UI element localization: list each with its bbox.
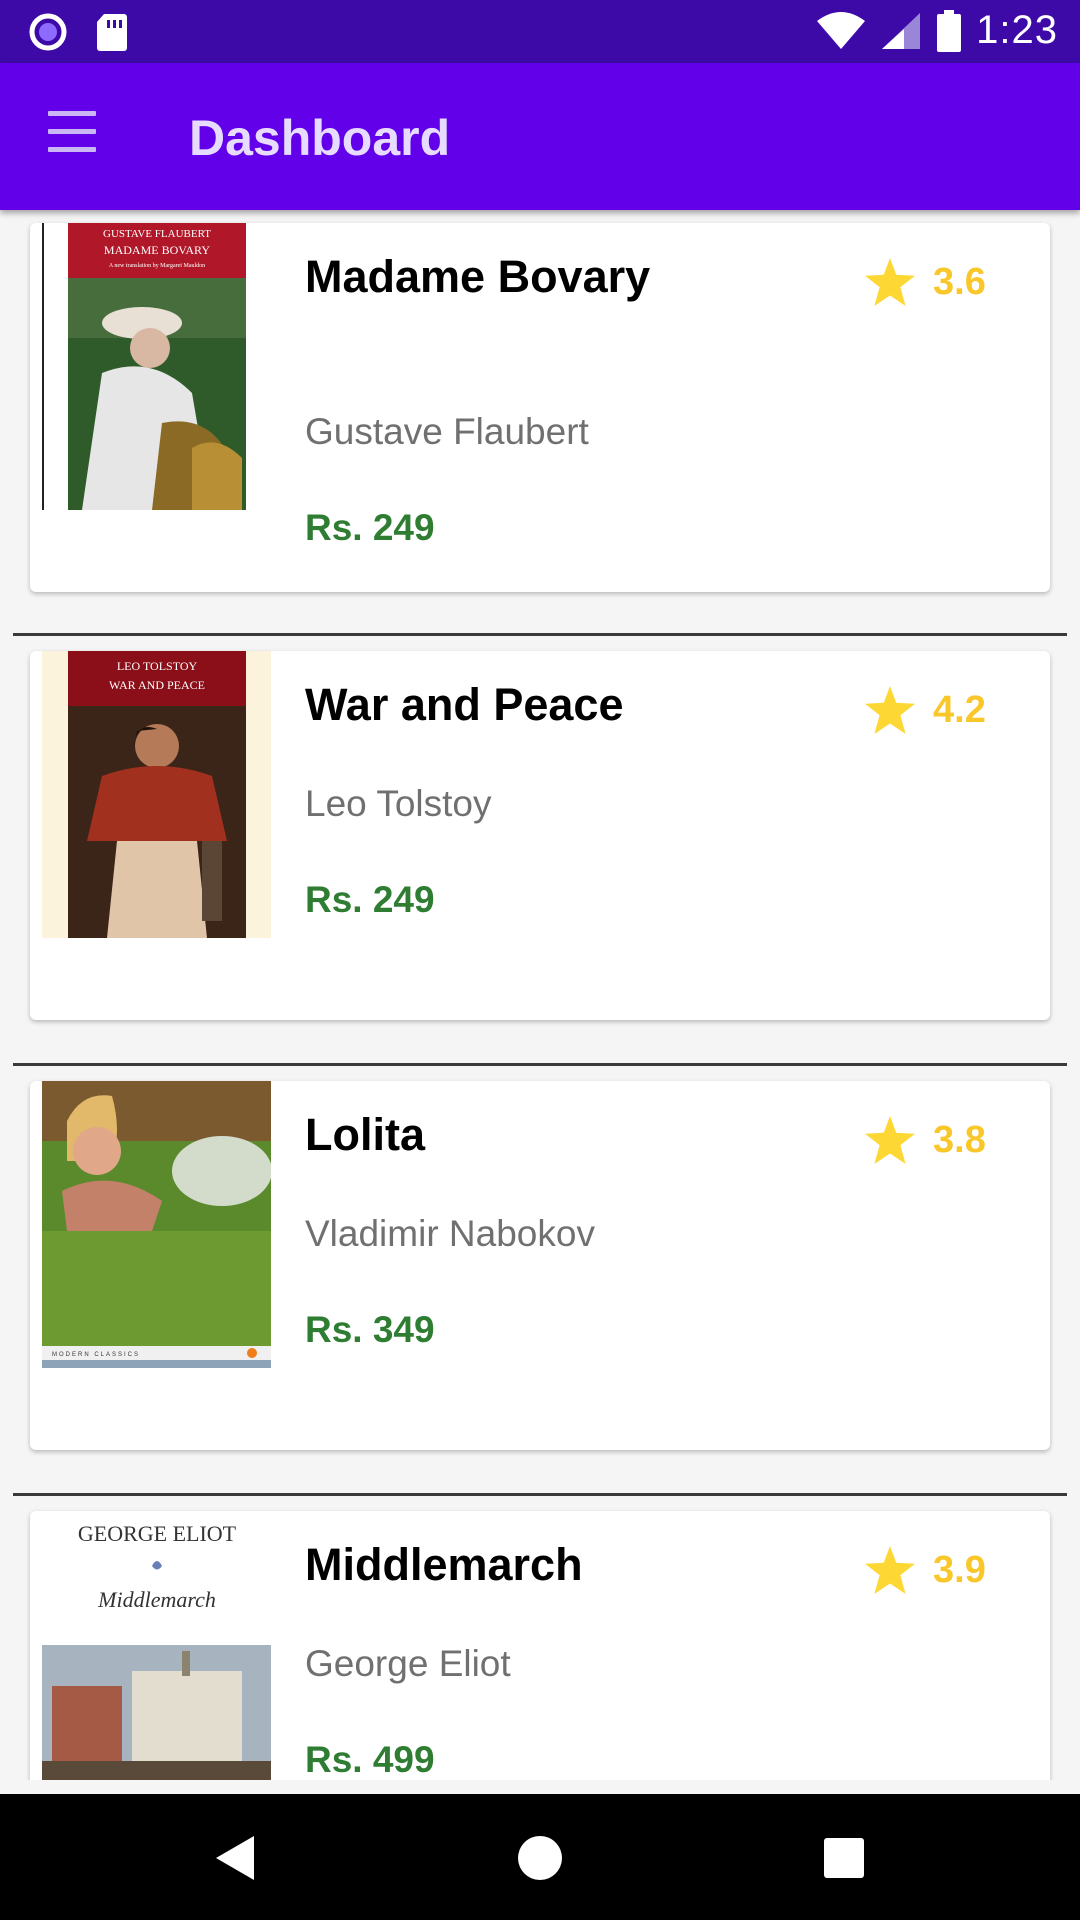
book-list[interactable]: GUSTAVE FLAUBERT MADAME BOVARY A new tra…	[0, 210, 1080, 1780]
rating-value: 3.9	[933, 1548, 986, 1591]
book-cover-image: MODERN CLASSICS	[42, 1081, 271, 1368]
book-card[interactable]: MODERN CLASSICS Lolita 3.8 Vladimir Nabo…	[30, 1081, 1050, 1450]
cover-line-2: MADAME BOVARY	[104, 243, 210, 257]
cover-line-2: WAR AND PEACE	[109, 678, 205, 692]
star-icon	[865, 258, 915, 306]
divider	[13, 1493, 1067, 1496]
book-title: Middlemarch	[305, 1539, 583, 1590]
book-rating: 3.6	[865, 258, 986, 306]
status-right-icons: 1:23	[816, 8, 1058, 53]
book-cover-image: GUSTAVE FLAUBERT MADAME BOVARY A new tra…	[42, 223, 271, 510]
rating-value: 3.6	[933, 260, 986, 303]
rating-value: 4.2	[933, 688, 986, 731]
book-price: Rs. 249	[305, 507, 435, 548]
cover-line-3: A new translation by Margaret Mauldon	[109, 263, 205, 269]
book-title: Lolita	[305, 1109, 425, 1160]
home-icon[interactable]	[517, 1835, 563, 1881]
page-title: Dashboard	[189, 110, 451, 166]
book-card[interactable]: GUSTAVE FLAUBERT MADAME BOVARY A new tra…	[30, 223, 1050, 592]
signal-icon	[882, 12, 921, 49]
star-icon	[865, 1546, 915, 1594]
book-price: Rs. 349	[305, 1309, 435, 1350]
book-cover-image: GEORGE ELIOT Middlemarch	[42, 1511, 271, 1780]
book-author: George Eliot	[305, 1643, 511, 1684]
book-rating: 4.2	[865, 686, 986, 734]
circle-icon	[29, 13, 67, 51]
hamburger-menu-icon[interactable]	[40, 111, 96, 163]
status-bar: 1:23	[0, 0, 1080, 63]
app-bar: Dashboard	[0, 63, 1080, 210]
cover-line-1: GUSTAVE FLAUBERT	[103, 228, 211, 240]
book-author: Leo Tolstoy	[305, 783, 492, 824]
sd-card-icon	[97, 14, 127, 51]
status-left-icons	[28, 12, 128, 52]
clock: 1:23	[976, 8, 1058, 52]
book-rating: 3.8	[865, 1116, 986, 1164]
cover-line-1: MODERN CLASSICS	[52, 1352, 140, 1358]
recents-icon[interactable]	[823, 1837, 865, 1879]
divider	[13, 1063, 1067, 1066]
book-cover-image: LEO TOLSTOY WAR AND PEACE	[42, 651, 271, 938]
book-title: War and Peace	[305, 679, 624, 730]
book-rating: 3.9	[865, 1546, 986, 1594]
book-author: Vladimir Nabokov	[305, 1213, 595, 1254]
battery-icon	[937, 9, 962, 52]
wifi-icon	[817, 11, 866, 49]
cover-line-2: Middlemarch	[97, 1587, 216, 1612]
book-card[interactable]: GEORGE ELIOT Middlemarch Middlemarch 3.9…	[30, 1511, 1050, 1780]
book-card[interactable]: LEO TOLSTOY WAR AND PEACE War and Peace …	[30, 651, 1050, 1020]
divider	[13, 633, 1067, 636]
book-title: Madame Bovary	[305, 251, 651, 302]
rating-value: 3.8	[933, 1118, 986, 1161]
star-icon	[865, 1116, 915, 1164]
star-icon	[865, 686, 915, 734]
book-author: Gustave Flaubert	[305, 411, 589, 452]
navigation-bar	[0, 1794, 1080, 1920]
book-price: Rs. 499	[305, 1739, 435, 1780]
book-price: Rs. 249	[305, 879, 435, 920]
cover-line-1: LEO TOLSTOY	[117, 659, 198, 673]
back-icon[interactable]	[214, 1834, 258, 1882]
cover-line-1: GEORGE ELIOT	[78, 1521, 237, 1546]
